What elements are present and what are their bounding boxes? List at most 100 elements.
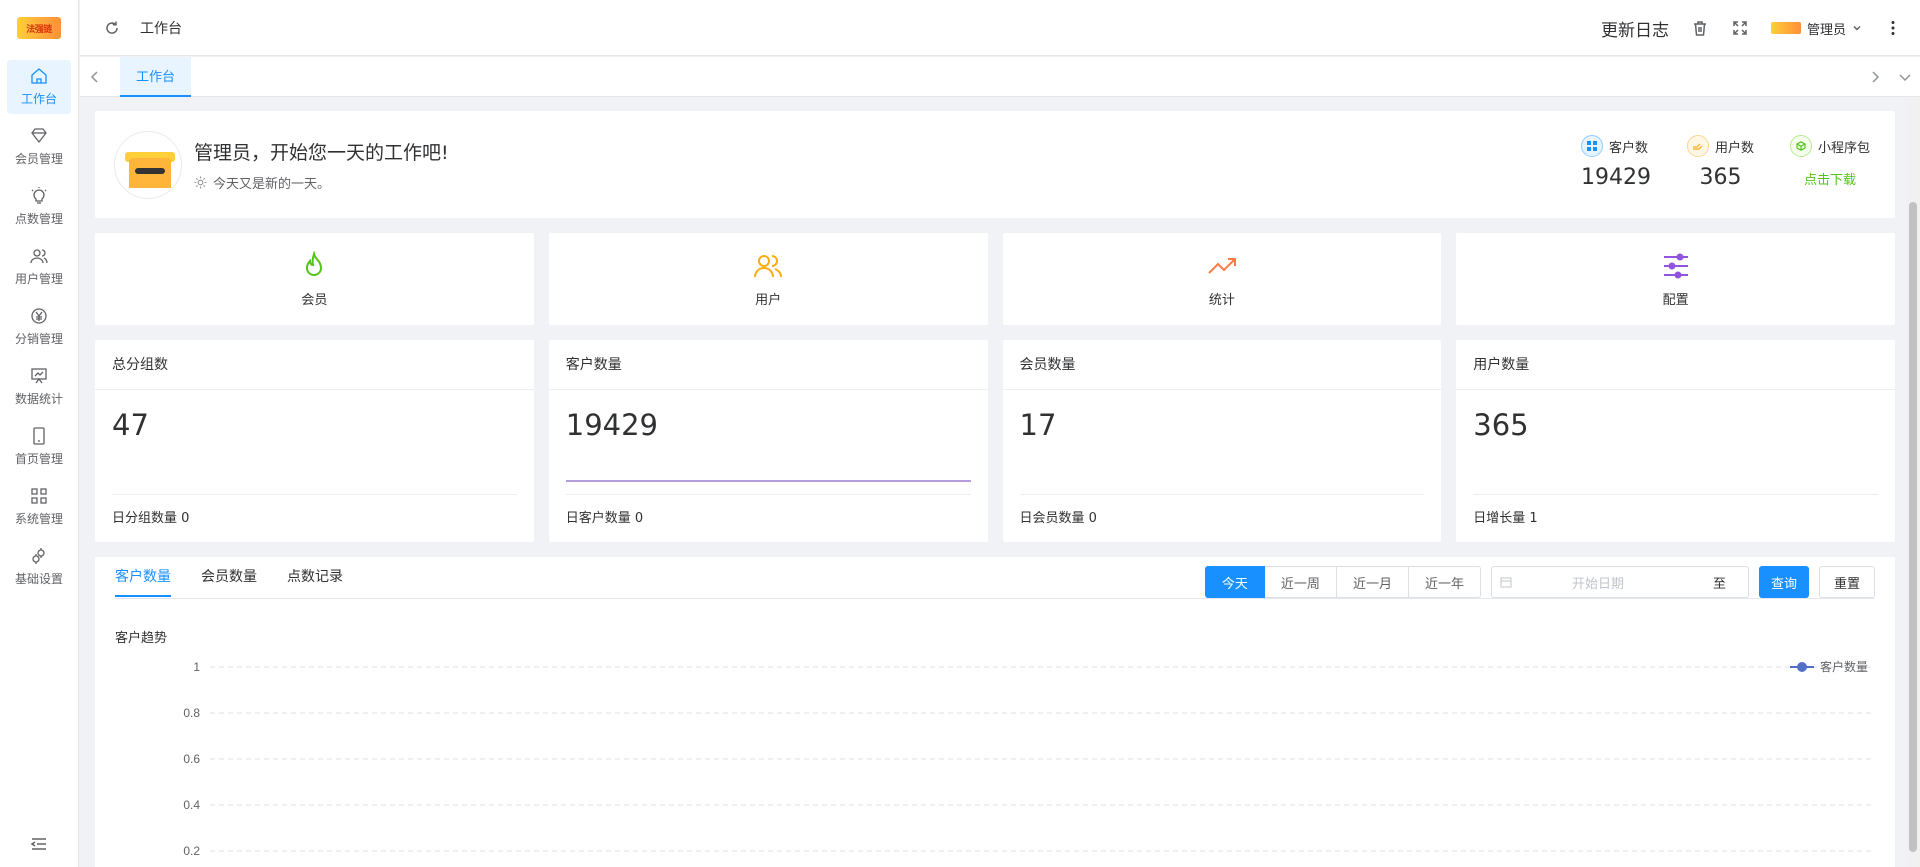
home-icon: [31, 68, 47, 84]
range-year[interactable]: 近一年: [1408, 566, 1481, 598]
users-icon: [30, 249, 48, 264]
sidebar-item-8[interactable]: 基础设置: [7, 540, 71, 594]
breadcrumb[interactable]: 工作台: [140, 18, 182, 38]
start-date-placeholder: 开始日期: [1571, 576, 1624, 592]
y-tick-label: 0.8: [183, 706, 200, 720]
y-tick-label: 0.4: [183, 798, 200, 812]
sidebar-item-label: 首页管理: [14, 452, 63, 466]
tabs-scroll-right[interactable]: [1860, 57, 1890, 97]
tabs-scroll-left[interactable]: [80, 57, 110, 97]
num-card-value: 365: [1473, 408, 1529, 442]
sidebar-item-1[interactable]: 会员管理: [7, 120, 71, 174]
user-avatar-logo: [1770, 22, 1801, 34]
tab-customer-count[interactable]: 客户数量: [115, 557, 171, 597]
stat-miniapp-label: 小程序包: [1817, 140, 1870, 156]
range-week[interactable]: 近一周: [1264, 566, 1337, 598]
quick-stats[interactable]: 统计: [1002, 233, 1442, 325]
chart-board-icon: [31, 368, 47, 384]
sun-icon: [194, 175, 207, 189]
page-scrollbar[interactable]: [1906, 98, 1920, 867]
sidebar-item-3[interactable]: 用户管理: [7, 240, 71, 294]
num-card-foot: 日增长量 1: [1473, 494, 1878, 542]
sidebar-item-label: 分销管理: [14, 332, 63, 346]
update-log-link[interactable]: 更新日志: [1601, 16, 1669, 41]
welcome-subtitle: 今天又是新的一天。: [213, 176, 331, 192]
grid-icon: [31, 488, 47, 504]
trend-line-chart: 1 0.8 0.6 0.4 0.2 客户数量: [183, 659, 1875, 858]
trend-icon: [1208, 257, 1236, 274]
quick-stats-label: 统计: [1208, 292, 1235, 308]
sidebar-item-label: 用户管理: [14, 272, 63, 286]
num-card-title: 总分组数: [95, 340, 534, 390]
num-card-foot: 日分组数量 0: [112, 494, 517, 542]
more-vertical-icon[interactable]: [1884, 19, 1902, 37]
download-link[interactable]: 点击下载: [1790, 169, 1870, 188]
sidebar-item-2[interactable]: 点数管理: [7, 180, 71, 234]
quick-user[interactable]: 用户: [548, 233, 988, 325]
tab-points-record[interactable]: 点数记录: [287, 557, 343, 597]
num-card-foot: 日会员数量 0: [1019, 494, 1425, 542]
package-icon: [1789, 135, 1812, 157]
stat-customers-value: 19429: [1580, 165, 1651, 190]
num-card-foot: 日客户数量 0: [565, 494, 971, 542]
num-card-users: 用户数量 365 日增长量 1: [1456, 340, 1895, 542]
num-card-customers: 客户数量 19429 日客户数量 0: [548, 340, 988, 542]
tab-member-count[interactable]: 会员数量: [201, 557, 257, 597]
y-tick-label: 0.6: [183, 752, 200, 766]
sidebar-item-7[interactable]: 系统管理: [7, 480, 71, 534]
query-button[interactable]: 查询: [1758, 566, 1809, 598]
range-month[interactable]: 近一月: [1336, 566, 1409, 598]
legend-label[interactable]: 客户数量: [1820, 659, 1868, 674]
sidebar-item-0[interactable]: 工作台: [7, 60, 71, 114]
sidebar-item-label: 系统管理: [14, 512, 63, 526]
num-card-members: 会员数量 17 日会员数量 0: [1002, 340, 1442, 542]
chevron-right-icon: [1872, 71, 1880, 83]
date-range-picker[interactable]: 开始日期 至: [1490, 566, 1749, 598]
page-tab-workbench[interactable]: 工作台: [120, 56, 192, 97]
sidebar: 法强链 工作台会员管理点数管理用户管理分销管理数据统计首页管理系统管理基础设置: [0, 0, 79, 867]
y-tick-label: 0.2: [183, 844, 200, 858]
scrollbar-thumb[interactable]: [1909, 202, 1917, 852]
range-selector: 今天 近一周 近一月 近一年: [1204, 566, 1481, 598]
stat-miniapp: 小程序包 点击下载: [1789, 135, 1870, 190]
quick-member[interactable]: 会员: [95, 233, 534, 325]
app-logo[interactable]: 法强链: [0, 0, 78, 56]
quick-config[interactable]: 配置: [1456, 233, 1895, 325]
sidebar-item-label: 数据统计: [14, 392, 63, 406]
stat-users: 用户数 365: [1686, 135, 1754, 190]
hand-icon: [1686, 135, 1709, 157]
gears-icon: [32, 548, 45, 564]
trash-icon[interactable]: [1691, 19, 1709, 37]
num-card-value: 17: [1019, 408, 1057, 442]
stat-users-value: 365: [1699, 165, 1742, 190]
sidebar-item-4[interactable]: 分销管理: [7, 300, 71, 354]
legend-marker[interactable]: [1797, 662, 1807, 672]
user-menu[interactable]: 管理员: [1770, 19, 1862, 38]
grid-icon: [1580, 135, 1603, 157]
quick-user-label: 用户: [755, 292, 782, 308]
num-card-title: 会员数量: [1002, 340, 1442, 390]
chevron-down-icon: [1853, 25, 1861, 31]
num-card-groups: 总分组数 47 日分组数量 0: [95, 340, 534, 542]
collapse-menu-icon[interactable]: [30, 835, 48, 853]
range-today[interactable]: 今天: [1204, 566, 1265, 598]
page-tabs-bar: 工作台: [80, 56, 1920, 97]
sparkline: [565, 480, 971, 482]
sidebar-item-6[interactable]: 首页管理: [7, 420, 71, 474]
sidebar-item-label: 点数管理: [14, 212, 63, 226]
welcome-title: 管理员，开始您一天的工作吧!: [194, 141, 449, 164]
quick-config-label: 配置: [1662, 292, 1689, 308]
users-icon: [754, 254, 783, 277]
sliders-icon: [1663, 253, 1688, 278]
refresh-icon[interactable]: [104, 20, 120, 36]
sidebar-item-label: 工作台: [20, 92, 57, 106]
mobile-icon: [33, 427, 45, 445]
fire-icon: [306, 250, 323, 276]
tabs-dropdown[interactable]: [1890, 57, 1920, 97]
fullscreen-icon[interactable]: [1731, 19, 1749, 37]
bulb-icon: [31, 187, 47, 204]
user-name: 管理员: [1806, 22, 1846, 38]
sidebar-item-5[interactable]: 数据统计: [7, 360, 71, 414]
reset-button[interactable]: 重置: [1818, 566, 1875, 598]
chevron-left-icon: [90, 70, 98, 83]
